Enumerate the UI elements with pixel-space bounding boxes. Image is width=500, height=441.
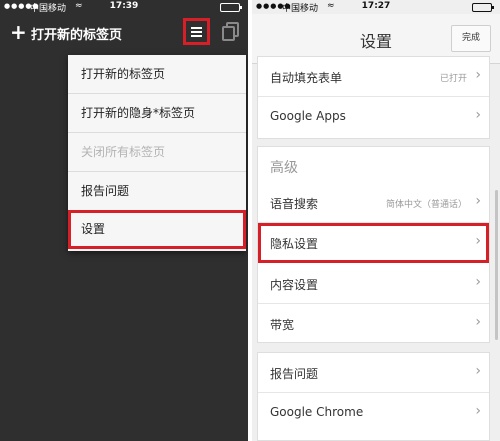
menu-item-new-incognito-tab[interactable]: 打开新的隐身*标签页 — [68, 94, 246, 133]
tab-switcher-icon[interactable] — [222, 22, 239, 41]
chevron-right-icon: › — [475, 314, 481, 330]
setting-value: 简体中文（普通话） — [385, 200, 467, 210]
menu-item-settings[interactable]: 设置 — [68, 210, 246, 249]
menu-item-report-issue[interactable]: 报告问题 — [68, 172, 246, 211]
section-header-advanced: 高级 — [270, 160, 298, 176]
new-tab-button[interactable]: 打开新的标签页 — [31, 24, 122, 43]
chevron-right-icon: › — [475, 67, 481, 83]
setting-value: 已打开 — [439, 74, 467, 84]
setting-label: 内容设置 — [270, 278, 319, 292]
chevron-right-icon: › — [475, 363, 481, 379]
right-phone-screen: ●●●●● 中国移动 ≈ 17:27 设置 完成 自动填充表单 已打开 › Go… — [252, 0, 500, 441]
chevron-right-icon: › — [475, 107, 481, 123]
setting-content[interactable]: 内容设置 › — [258, 264, 489, 304]
setting-label: 带宽 — [270, 318, 295, 332]
done-button[interactable]: 完成 — [451, 25, 491, 52]
setting-label: Google Chrome — [270, 405, 364, 419]
setting-report-issue[interactable]: 报告问题 › — [258, 353, 489, 393]
settings-group-advanced: 高级 语音搜索 简体中文（普通话） › 隐私设置 › 内容设置 › 带宽 › — [257, 146, 490, 343]
battery-icon — [220, 3, 242, 12]
left-phone-screen: ●●●●● 中国移动 ≈ 17:39 + 打开新的标签页 打开新的标签页 打开新… — [0, 0, 248, 441]
chevron-right-icon: › — [475, 403, 481, 419]
menu-item-new-tab[interactable]: 打开新的标签页 — [68, 55, 246, 94]
setting-voice-search[interactable]: 语音搜索 简体中文（普通话） › — [258, 183, 489, 223]
setting-autofill[interactable]: 自动填充表单 已打开 › — [258, 57, 489, 97]
chevron-right-icon: › — [475, 233, 481, 249]
setting-label: 隐私设置 — [270, 237, 319, 251]
chevron-right-icon: › — [475, 193, 481, 209]
setting-privacy[interactable]: 隐私设置 › — [258, 223, 489, 263]
composite-screenshot: ●●●●● 中国移动 ≈ 17:39 + 打开新的标签页 打开新的标签页 打开新… — [0, 0, 500, 441]
setting-label: 语音搜索 — [270, 197, 319, 211]
tab-toolbar: + 打开新的标签页 — [0, 14, 248, 50]
scrollbar[interactable] — [495, 190, 498, 340]
setting-bandwidth[interactable]: 带宽 › — [258, 304, 489, 344]
plus-icon[interactable]: + — [10, 22, 27, 42]
setting-google-chrome[interactable]: Google Chrome › — [258, 393, 489, 433]
menu-button[interactable] — [183, 18, 210, 45]
setting-label: Google Apps — [270, 109, 346, 123]
status-bar: ●●●●● 中国移动 ≈ 17:27 — [252, 0, 500, 14]
overflow-menu: 打开新的标签页 打开新的隐身*标签页 关闭所有标签页 报告问题 设置 — [68, 55, 246, 251]
setting-google-apps[interactable]: Google Apps › — [258, 97, 489, 137]
status-bar: ●●●●● 中国移动 ≈ 17:39 — [0, 0, 248, 14]
status-time: 17:27 — [361, 1, 391, 11]
settings-group-basics: 自动填充表单 已打开 › Google Apps › — [257, 56, 490, 139]
settings-group-about: 报告问题 › Google Chrome › — [257, 352, 490, 441]
menu-item-close-all-tabs: 关闭所有标签页 — [68, 133, 246, 172]
battery-icon — [472, 3, 494, 12]
setting-label: 报告问题 — [270, 367, 319, 381]
hamburger-icon — [191, 26, 202, 37]
setting-label: 自动填充表单 — [270, 71, 343, 85]
status-time: 17:39 — [109, 1, 139, 11]
chevron-right-icon: › — [475, 274, 481, 290]
